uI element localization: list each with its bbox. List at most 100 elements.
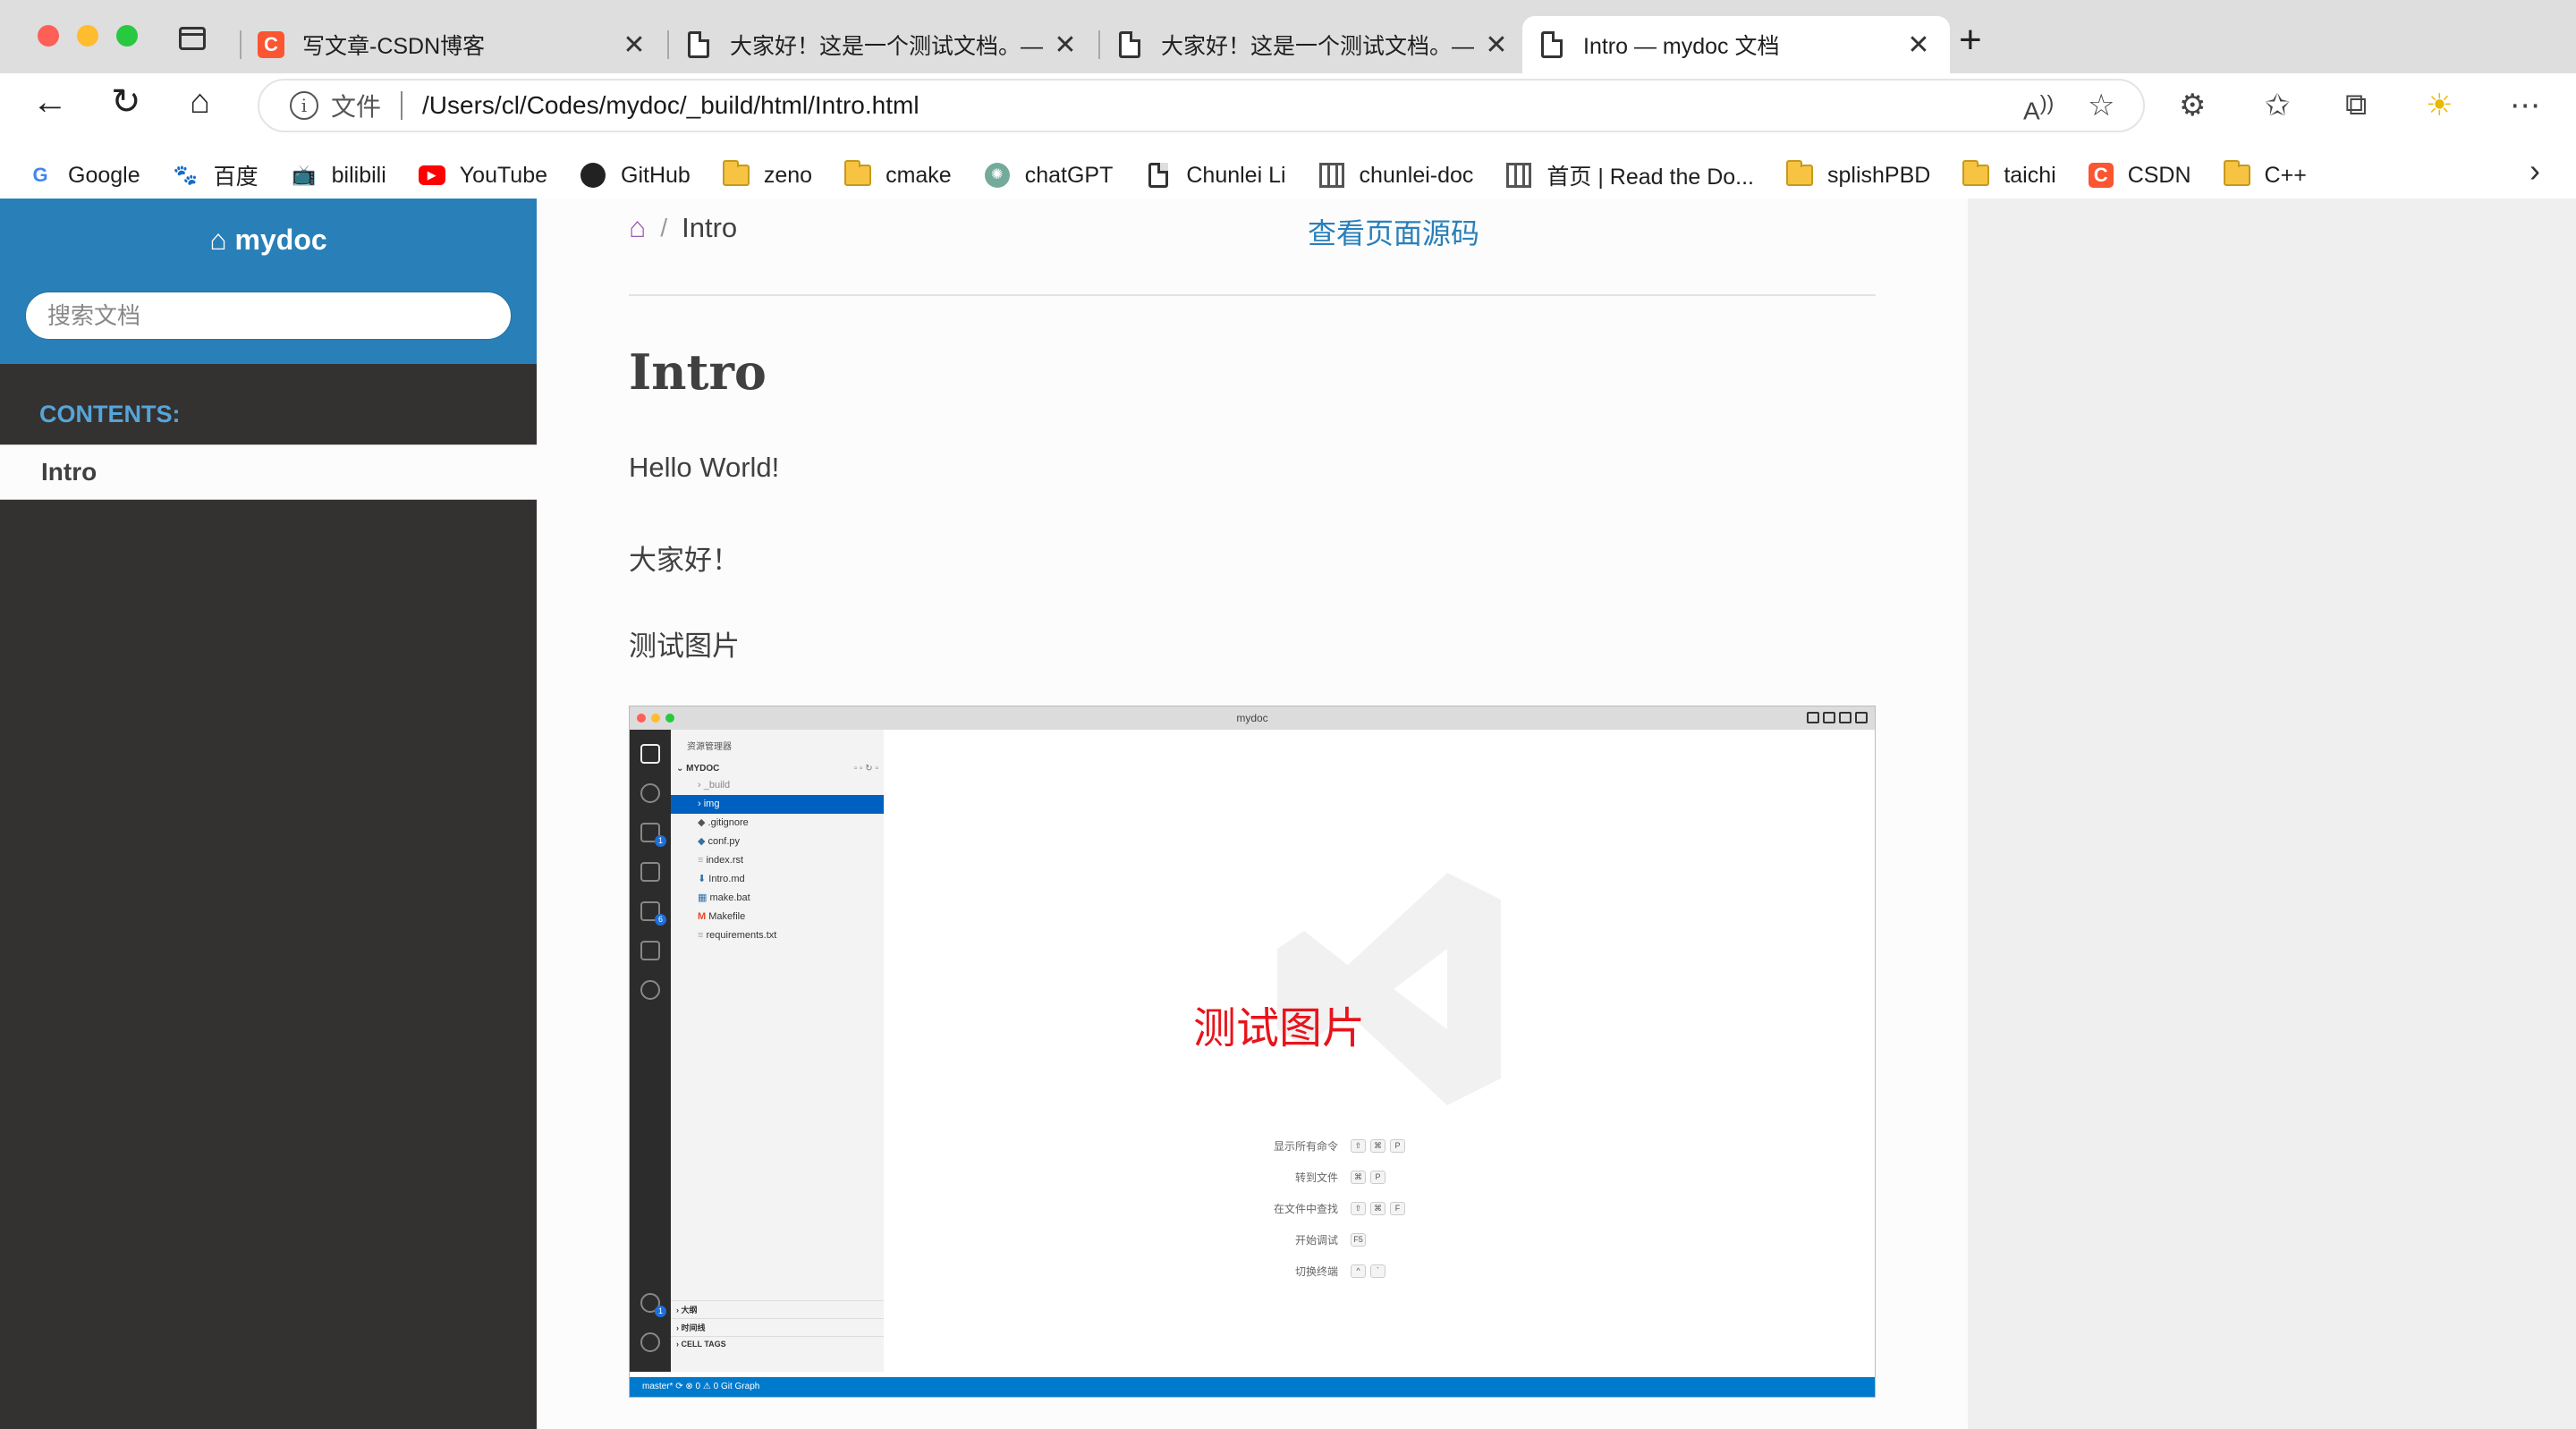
view-source-link[interactable]: 查看页面源码 xyxy=(1308,211,1479,252)
address-path[interactable]: /Users/cl/Codes/mydoc/_build/html/Intro.… xyxy=(422,91,919,120)
folder-icon xyxy=(2223,160,2250,187)
bookmark-chunlei-doc[interactable]: chunlei-doc xyxy=(1318,163,1473,189)
breadcrumb-current: Intro xyxy=(682,211,738,243)
sidebar: ⌂ mydoc CONTENTS: Intro xyxy=(0,199,537,1429)
toc-caption: CONTENTS: xyxy=(39,401,181,427)
explorer-file: ≡ requirements.txt xyxy=(698,930,777,941)
key: F xyxy=(1390,1202,1405,1215)
refresh-icon[interactable]: ↻ xyxy=(111,84,141,120)
back-icon[interactable]: ← xyxy=(32,84,68,120)
extensions-icon[interactable]: ⚙ xyxy=(2179,88,2206,123)
key: P xyxy=(1370,1171,1385,1184)
home-icon[interactable]: ⌂ xyxy=(629,211,646,244)
folder-icon xyxy=(1786,160,1813,187)
tab-intro[interactable]: Intro — mydoc 文档 ✕ xyxy=(1522,16,1950,73)
home-icon[interactable]: ⌂ xyxy=(190,84,210,120)
search-input[interactable] xyxy=(25,292,512,340)
project-name: mydoc xyxy=(234,224,327,256)
zoom-window-button[interactable] xyxy=(116,25,138,47)
file-label: requirements.txt xyxy=(706,930,777,941)
baidu-icon: 🐾 xyxy=(173,164,199,186)
address-scheme-label: 文件 xyxy=(331,93,382,121)
close-window-button[interactable] xyxy=(38,25,59,47)
explorer-file: ≡ index.rst xyxy=(698,855,744,866)
bookmark-cpp[interactable]: C++ xyxy=(2223,160,2307,189)
bookmark-label: YouTube xyxy=(459,162,548,188)
bookmark-label: zeno xyxy=(763,162,813,188)
shortcut-row: 开始调试 F5 xyxy=(1152,1224,1528,1256)
close-tab-icon[interactable]: ✕ xyxy=(1907,30,1930,61)
sidebar-header: ⌂ mydoc xyxy=(0,199,537,364)
key: ⇧ xyxy=(1351,1202,1366,1215)
document-icon-wrap xyxy=(1538,31,1565,58)
key: ⌘ xyxy=(1370,1139,1385,1153)
paragraph: 测试图片 xyxy=(629,630,740,662)
bookmark-taichi[interactable]: taichi xyxy=(1962,160,2056,189)
document-icon xyxy=(1145,163,1172,188)
file-label: img xyxy=(703,799,720,809)
layout-icons xyxy=(1807,712,1868,723)
account-icon: 1 xyxy=(640,1293,666,1317)
chevron-right-icon[interactable]: › xyxy=(2529,152,2540,190)
explorer-file: ◆ conf.py xyxy=(698,836,740,847)
shortcut-row: 切换终端 ^ ` xyxy=(1152,1256,1528,1287)
bookmark-bilibili[interactable]: 📺 bilibili xyxy=(291,163,386,189)
tab-csdn[interactable]: C 写文章-CSDN博客 ✕ xyxy=(242,16,665,73)
close-tab-icon[interactable]: ✕ xyxy=(623,30,646,61)
read-aloud-icon[interactable]: A)) xyxy=(2023,91,2054,125)
add-favorite-icon[interactable]: ☆ xyxy=(2088,88,2114,123)
cell-tags-section: › CELL TAGS xyxy=(671,1336,884,1372)
tab-actions-icon[interactable] xyxy=(179,27,206,50)
explorer-file: ▦ make.bat xyxy=(698,892,750,903)
right-gutter xyxy=(1968,199,2576,1429)
minimize-window-button[interactable] xyxy=(77,25,98,47)
google-icon: G xyxy=(32,164,48,186)
github-icon xyxy=(580,163,606,188)
project-link[interactable]: ⌂ mydoc xyxy=(0,224,537,257)
bookmark-readthedocs[interactable]: 首页 | Read the Do... xyxy=(1505,159,1754,191)
paragraph: 大家好！ xyxy=(629,545,740,576)
bookmark-chatgpt[interactable]: ✺ chatGPT xyxy=(984,163,1113,189)
new-tab-button[interactable]: + xyxy=(1959,18,1982,63)
image-window-titlebar: mydoc xyxy=(630,706,1875,730)
section-label: CELL TAGS xyxy=(681,1340,726,1349)
bookmark-github[interactable]: GitHub xyxy=(580,163,691,189)
home-icon: ⌂ xyxy=(209,224,227,256)
profile-icon[interactable]: ☀ xyxy=(2426,88,2453,123)
address-bar[interactable]: i 文件 /Users/cl/Codes/mydoc/_build/html/I… xyxy=(258,79,2145,132)
overlay-text: 测试图片 xyxy=(1193,1005,1366,1053)
image-window-title: mydoc xyxy=(1236,712,1268,724)
image-statusbar: master* ⟳ ⊗ 0 ⚠ 0 Git Graph xyxy=(630,1377,1875,1397)
sidebar-item-intro[interactable]: Intro xyxy=(0,444,537,500)
favorites-icon[interactable]: ✩ xyxy=(2265,88,2291,123)
shortcut-label: 转到文件 xyxy=(1294,1171,1338,1184)
tab-test-doc-2[interactable]: 大家好！这是一个测试文档。— ✕ xyxy=(1100,16,1528,73)
bookmark-baidu[interactable]: 🐾 百度 xyxy=(173,159,258,191)
paragraph: Hello World! xyxy=(629,452,780,483)
file-label: Intro.md xyxy=(708,874,745,884)
close-tab-icon[interactable]: ✕ xyxy=(1054,30,1077,61)
breadcrumb-separator: / xyxy=(660,213,668,241)
bookmark-youtube[interactable]: ▶ YouTube xyxy=(418,162,548,189)
explorer-root-label: MYDOC xyxy=(686,764,720,774)
info-icon[interactable]: i xyxy=(290,91,318,120)
bookmark-chunlei-li[interactable]: Chunlei Li xyxy=(1145,163,1286,189)
shortcut-label: 开始调试 xyxy=(1294,1234,1338,1247)
image-activity-bar: 1 6 1 xyxy=(630,730,671,1372)
bookmark-cmake[interactable]: cmake xyxy=(844,160,952,189)
close-tab-icon[interactable]: ✕ xyxy=(1485,30,1508,61)
tab-test-doc-1[interactable]: 大家好！这是一个测试文档。— ✕ xyxy=(669,16,1097,73)
key: ⇧ xyxy=(1351,1139,1366,1153)
bookmark-splishpbd[interactable]: splishPBD xyxy=(1786,160,1930,189)
key: P xyxy=(1390,1139,1405,1153)
address-divider xyxy=(401,91,403,120)
collections-icon[interactable]: ⧉ xyxy=(2345,88,2367,123)
bookmark-google[interactable]: G Google xyxy=(27,163,140,189)
more-menu-icon[interactable]: ⋯ xyxy=(2510,88,2540,123)
explorer-file: › _build xyxy=(698,780,731,791)
bookmark-zeno[interactable]: zeno xyxy=(722,160,813,189)
bookmark-csdn[interactable]: C CSDN xyxy=(2088,163,2191,189)
extensions-icon: 6 xyxy=(640,901,666,926)
document-icon-wrap xyxy=(1116,31,1143,58)
key: ⌘ xyxy=(1370,1202,1385,1215)
